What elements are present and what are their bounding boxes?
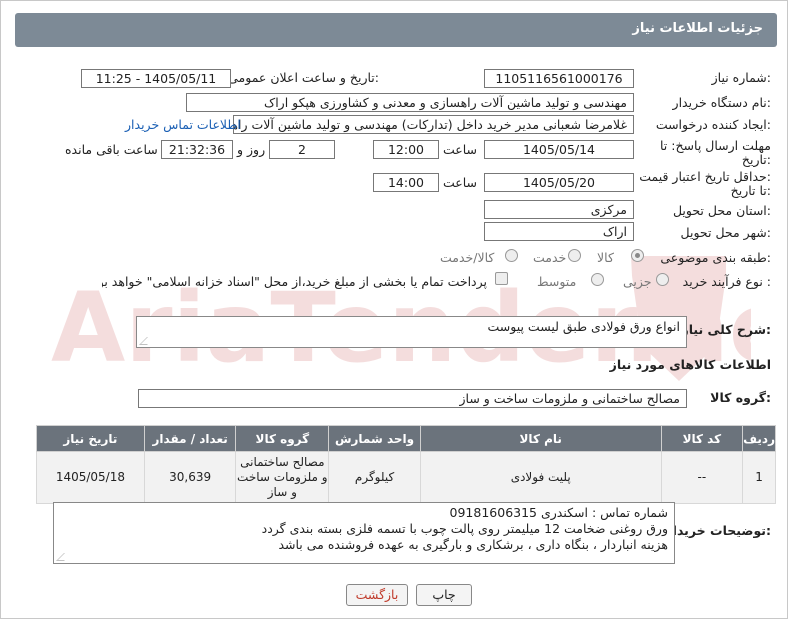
need-number-label: شماره نیاز:: [711, 70, 771, 85]
deadline-label-line1: مهلت ارسال پاسخ: تا: [660, 138, 771, 153]
price-validity-label-line2: تا تاریخ:: [730, 183, 771, 198]
announce-datetime-label: تاریخ و ساعت اعلان عمومی:: [228, 70, 379, 85]
buyer-org-value: مهندسی و تولید ماشین آلات راهسازی و معدن…: [186, 93, 634, 112]
price-validity-date: 1405/05/20: [484, 173, 634, 192]
goods-group-label: گروه کالا:: [710, 390, 771, 405]
description-text: انواع ورق فولادی طبق لیست پیوست: [487, 319, 681, 334]
category-radio-service[interactable]: [568, 249, 581, 262]
category-radio-goods-service[interactable]: [505, 249, 518, 262]
category-option-goods-service: کالا/خدمت: [440, 250, 495, 265]
resize-handle[interactable]: [56, 553, 72, 561]
price-validity-time: 14:00: [373, 173, 439, 192]
process-option-minor: جزیی: [623, 274, 652, 289]
payment-treasury-checkbox[interactable]: [495, 272, 508, 285]
province-value: مرکزی: [484, 200, 634, 219]
process-radio-medium[interactable]: [591, 273, 604, 286]
col-need-date: تاریخ نیاز: [36, 425, 145, 452]
category-option-goods: کالا: [597, 250, 614, 265]
buyer-contact-link[interactable]: اطلاعات تماس خریدار: [125, 117, 241, 132]
category-radio-goods[interactable]: [631, 249, 644, 262]
description-textarea[interactable]: انواع ورق فولادی طبق لیست پیوست: [136, 316, 687, 348]
category-label: طبقه بندی موضوعی:: [660, 250, 771, 265]
deadline-label-line2: تاریخ:: [741, 152, 771, 167]
province-label: استان محل تحویل:: [672, 203, 771, 218]
cell-unit: کیلوگرم: [328, 451, 421, 504]
deadline-days-label: روز و: [237, 142, 266, 157]
requester-value: غلامرضا شعبانی مدیر خرید داخل (تدارکات) …: [233, 115, 634, 134]
deadline-remaining-label: ساعت باقی مانده: [65, 142, 158, 157]
buyer-org-label: نام دستگاه خریدار:: [672, 95, 771, 110]
page-header: جزئیات اطلاعات نیاز: [15, 13, 777, 47]
col-row-number: ردیف: [742, 425, 776, 452]
price-validity-time-label: ساعت: [443, 175, 478, 190]
deadline-time: 12:00: [373, 140, 439, 159]
city-value: اراک: [484, 222, 634, 241]
requester-label: ایجاد کننده درخواست:: [655, 117, 771, 132]
table-header-row: ردیف کد کالا نام کالا واحد شمارش گروه کا…: [36, 425, 776, 452]
description-label: شرح کلی نیاز:: [681, 322, 772, 337]
col-goods-group: گروه کالا: [235, 425, 330, 452]
buyer-notes-label: توضیحات خریدار:: [665, 523, 771, 538]
col-goods-code: کد کالا: [660, 425, 744, 452]
cell-quantity: 30,639: [143, 451, 237, 504]
cell-goods-name: پلیت فولادی: [419, 451, 662, 504]
goods-section-title: اطلاعات کالاهای مورد نیاز: [609, 357, 771, 372]
need-number-value: 1105116561000176: [484, 69, 634, 88]
buyer-notes-textarea[interactable]: شماره تماس : اسکندری 09181606315 ورق روغ…: [53, 502, 675, 564]
cell-goods-group: مصالح ساختمانی و ملزومات ساخت و ساز: [235, 451, 330, 504]
city-label: شهر محل تحویل:: [680, 225, 771, 240]
process-option-medium: متوسط: [537, 274, 577, 289]
deadline-remaining: 21:32:36: [161, 140, 233, 159]
category-option-service: خدمت: [533, 250, 567, 265]
cell-goods-code: --: [660, 451, 744, 504]
page-title: جزئیات اطلاعات نیاز: [632, 21, 763, 36]
cell-row-number: 1: [742, 451, 776, 504]
deadline-time-label: ساعت: [443, 142, 478, 157]
process-radio-minor[interactable]: [656, 273, 669, 286]
announce-datetime-value: 1405/05/11 - 11:25: [81, 69, 231, 88]
buyer-notes-line: شماره تماس : اسکندری 09181606315: [449, 505, 668, 520]
col-goods-name: نام کالا: [419, 425, 662, 452]
process-label: نوع فرآیند خرید :: [682, 274, 771, 289]
deadline-date: 1405/05/14: [484, 140, 634, 159]
items-table: ردیف کد کالا نام کالا واحد شمارش گروه کا…: [36, 425, 776, 504]
table-row: 1 -- پلیت فولادی کیلوگرم مصالح ساختمانی …: [36, 451, 776, 504]
back-button[interactable]: بازگشت: [346, 584, 408, 606]
print-button[interactable]: چاپ: [416, 584, 472, 606]
col-unit: واحد شمارش: [328, 425, 421, 452]
col-quantity: تعداد / مقدار: [143, 425, 237, 452]
buyer-notes-line: هزینه انباردار ، بنگاه داری ، برشکاری و …: [278, 537, 668, 552]
goods-group-value: مصالح ساختمانی و ملزومات ساخت و ساز: [138, 389, 687, 408]
page-frame: جزئیات اطلاعات نیاز AriaTender.neT شماره…: [0, 0, 788, 619]
cell-need-date: 1405/05/18: [36, 451, 145, 504]
deadline-days: 2: [269, 140, 335, 159]
buyer-notes-line: ورق روغنی ضخامت 12 میلیمتر روی پالت چوب …: [261, 521, 668, 536]
payment-treasury-note: پرداخت تمام یا بخشی از مبلغ خرید،از محل …: [102, 274, 487, 289]
price-validity-label-line1: حداقل تاریخ اعتبار قیمت:: [639, 169, 771, 184]
resize-handle[interactable]: [139, 337, 155, 345]
